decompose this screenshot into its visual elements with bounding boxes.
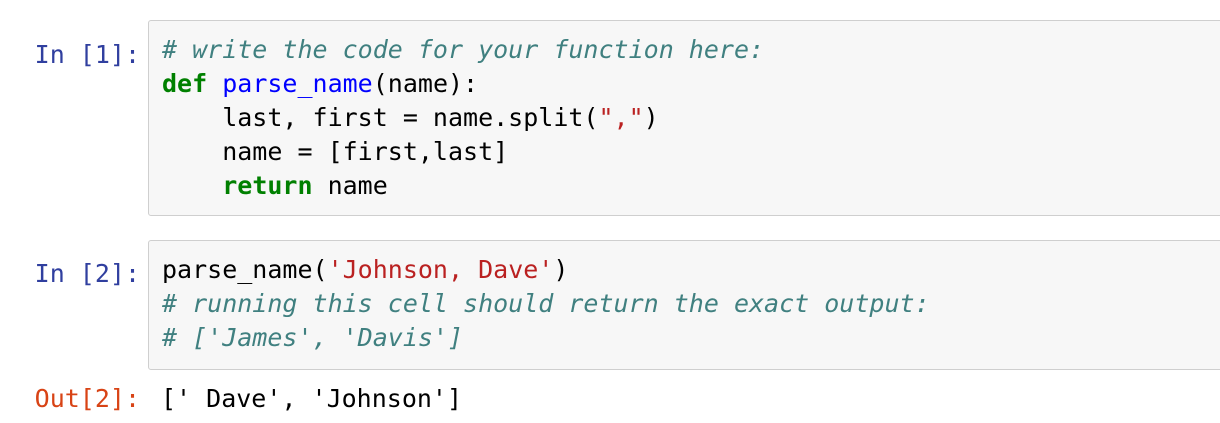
code-line: name = [first,last] bbox=[162, 135, 764, 169]
code-line: last, first = name.split(",") bbox=[162, 101, 764, 135]
output-area: Out[2]: [' Dave', 'Johnson'] bbox=[0, 382, 1220, 418]
code-token: # ['James', 'Davis'] bbox=[162, 323, 464, 352]
code-token: ) bbox=[553, 255, 569, 284]
input-prompt-2: In [2]: bbox=[34, 259, 140, 288]
code-line: # write the code for your function here: bbox=[162, 33, 764, 67]
code-editor-1[interactable]: # write the code for your function here:… bbox=[148, 20, 1220, 216]
code-cell-1[interactable]: In [1]: # write the code for your functi… bbox=[0, 20, 1220, 216]
code-cell-2[interactable]: In [2]: parse_name('Johnson, Dave') # run… bbox=[0, 240, 1220, 370]
code-token: ) bbox=[643, 103, 659, 132]
code-line: return name bbox=[162, 169, 764, 203]
code-token: (name): bbox=[372, 69, 479, 98]
code-token: "," bbox=[598, 103, 644, 132]
code-token: 'Johnson, Dave' bbox=[327, 255, 554, 284]
code-token: parse_name bbox=[222, 69, 373, 98]
code-token: last, first = name.split( bbox=[162, 103, 599, 132]
code-line: # ['James', 'Davis'] bbox=[162, 321, 930, 355]
input-prompt-1: In [1]: bbox=[34, 40, 140, 69]
code-lines-2: parse_name('Johnson, Dave') # running thi… bbox=[162, 253, 930, 355]
output-prompt: Out[2]: bbox=[34, 384, 140, 413]
code-token: # write the code for your function here: bbox=[162, 35, 765, 64]
output-text: [' Dave', 'Johnson'] bbox=[161, 384, 463, 413]
code-token: parse_name( bbox=[162, 255, 328, 284]
code-line: # running this cell should return the ex… bbox=[162, 287, 930, 321]
code-line: def parse_name(name): bbox=[162, 67, 764, 101]
code-token: def bbox=[162, 69, 208, 98]
code-line: parse_name('Johnson, Dave') bbox=[162, 253, 930, 287]
code-token: # running this cell should return the ex… bbox=[162, 289, 930, 318]
code-token: name bbox=[312, 171, 388, 200]
code-editor-2[interactable]: parse_name('Johnson, Dave') # running thi… bbox=[148, 240, 1220, 370]
code-lines-1: # write the code for your function here:… bbox=[162, 33, 764, 203]
code-token: name = [first,last] bbox=[162, 137, 509, 166]
code-token: return bbox=[222, 171, 313, 200]
